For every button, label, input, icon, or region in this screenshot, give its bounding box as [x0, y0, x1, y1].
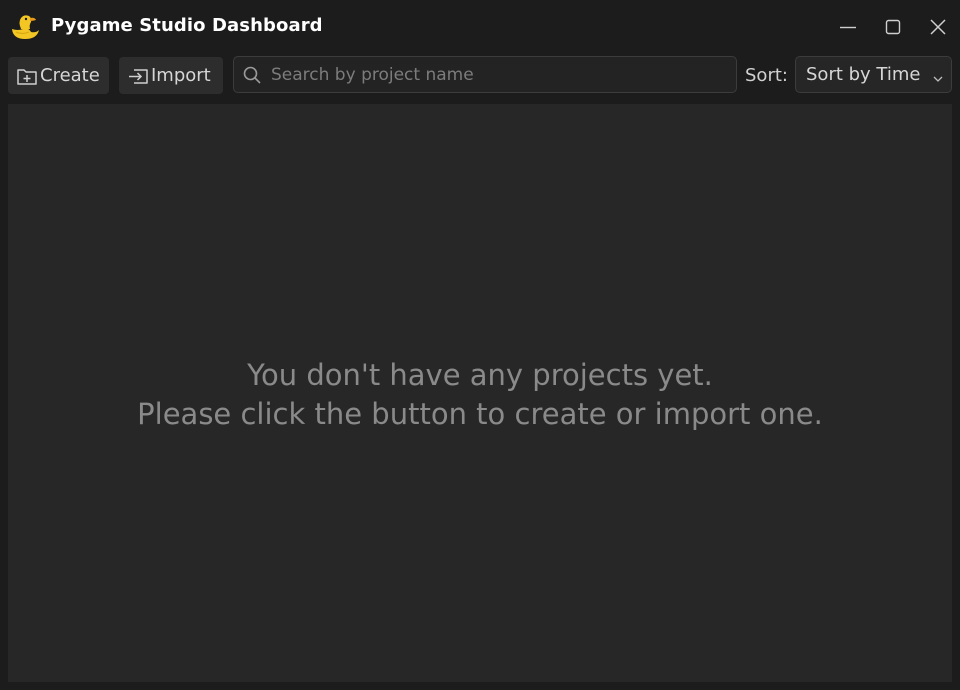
- search-input[interactable]: [269, 63, 723, 86]
- toolbar: Create Import Sort: Sort: [0, 54, 960, 98]
- import-button[interactable]: Import: [119, 57, 223, 94]
- projects-panel: You don't have any projects yet. Please …: [8, 104, 952, 682]
- close-icon: [930, 19, 946, 35]
- sort-selected-value: Sort by Time: [806, 64, 921, 85]
- sort-dropdown[interactable]: Sort by Time: [795, 56, 952, 93]
- title-bar[interactable]: Pygame Studio Dashboard: [0, 0, 960, 54]
- minimize-button[interactable]: [834, 13, 862, 41]
- empty-state-line-2: Please click the button to create or imp…: [137, 397, 823, 431]
- search-icon: [242, 65, 262, 85]
- maximize-button[interactable]: [879, 13, 907, 41]
- python-duck-logo-icon: [10, 12, 42, 42]
- import-icon: [127, 66, 149, 86]
- folder-plus-icon: [16, 66, 38, 86]
- sort-label: Sort:: [745, 65, 788, 86]
- window-title: Pygame Studio Dashboard: [51, 15, 323, 36]
- minimize-icon: [840, 26, 856, 29]
- maximize-icon: [885, 19, 901, 35]
- empty-state-message: You don't have any projects yet. Please …: [8, 356, 952, 434]
- chevron-down-icon: [932, 69, 944, 88]
- empty-state-line-1: You don't have any projects yet.: [247, 358, 713, 392]
- create-button-label: Create: [40, 65, 100, 86]
- create-button[interactable]: Create: [8, 57, 109, 94]
- close-button[interactable]: [924, 13, 952, 41]
- import-button-label: Import: [151, 65, 211, 86]
- search-box[interactable]: [233, 56, 737, 93]
- app-window: Pygame Studio Dashboard Create Import Se…: [0, 0, 960, 690]
